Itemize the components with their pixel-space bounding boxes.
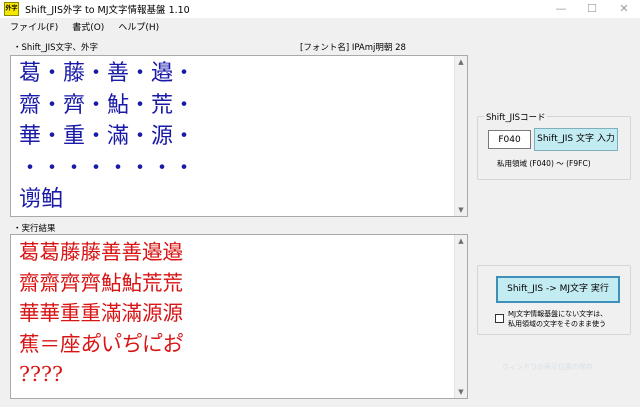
input-textbox[interactable]: 葛・藤・善・邉・ 齋・齊・鮎・荒・ 華・重・滿・源・ ・・・・・・・・ 谫鲌 ▲… — [10, 55, 468, 217]
checkbox-label: MJ文字情報基盤にない文字は、 私用領域の文字をそのまま使う — [508, 310, 608, 328]
input-area-label: ・Shift_JIS文字、外字 — [13, 43, 98, 53]
window-title: Shift_JIS外字 to MJ文字情報基盤 1.10 — [25, 5, 190, 16]
sjis-input-button[interactable]: Shift_JIS 文字 入力 — [534, 128, 618, 151]
scroll-down-icon[interactable]: ▼ — [455, 386, 467, 398]
input-scrollbar[interactable]: ▲ ▼ — [454, 56, 467, 216]
maximize-button[interactable]: ☐ — [576, 0, 608, 18]
menu-help[interactable]: ヘルプ(H) — [111, 20, 166, 33]
menu-format[interactable]: 書式(O) — [65, 20, 111, 33]
sjis-code-field[interactable] — [488, 130, 531, 149]
scroll-up-icon[interactable]: ▲ — [455, 235, 467, 247]
close-button[interactable]: ✕ — [608, 0, 640, 18]
private-use-range-label: 私用領域 (F040) ～ (F9FC) — [497, 159, 591, 168]
save-window-position-label: ウィンドウの表示位置の保存 — [502, 363, 593, 371]
input-text: 葛・藤・善・邉・ 齋・齊・鮎・荒・ 華・重・滿・源・ ・・・・・・・・ 谫鲌 — [19, 61, 196, 212]
scroll-up-icon[interactable]: ▲ — [455, 56, 467, 68]
menu-bar: ファイル(F) 書式(O) ヘルプ(H) — [0, 18, 640, 34]
result-scrollbar[interactable]: ▲ ▼ — [454, 235, 467, 398]
execute-button[interactable]: Shift_JIS -> MJ文字 実行 — [496, 276, 620, 303]
title-bar: 外字 Shift_JIS外字 to MJ文字情報基盤 1.10 — ☐ ✕ — [0, 0, 640, 18]
sjis-group-title: Shift_JISコード — [484, 111, 548, 123]
font-name-label: [フォント名] IPAmj明朝 28 — [300, 43, 406, 53]
minimize-button[interactable]: — — [545, 0, 577, 18]
result-text: 葛葛藤藤善善邉邉 齋齋齊齊鮎鮎荒荒 華華重重滿滿源源 蕉＝座あ゚い゚ち゚に゚お゚… — [19, 240, 183, 386]
use-private-chars-checkbox[interactable] — [495, 314, 504, 323]
result-area-label: ・実行結果 — [13, 224, 56, 234]
scroll-down-icon[interactable]: ▼ — [455, 204, 467, 216]
result-textbox[interactable]: 葛葛藤藤善善邉邉 齋齋齊齊鮎鮎荒荒 華華重重滿滿源源 蕉＝座あ゚い゚ち゚に゚お゚… — [10, 234, 468, 399]
menu-file[interactable]: ファイル(F) — [3, 20, 65, 33]
app-icon: 外字 — [4, 2, 19, 16]
